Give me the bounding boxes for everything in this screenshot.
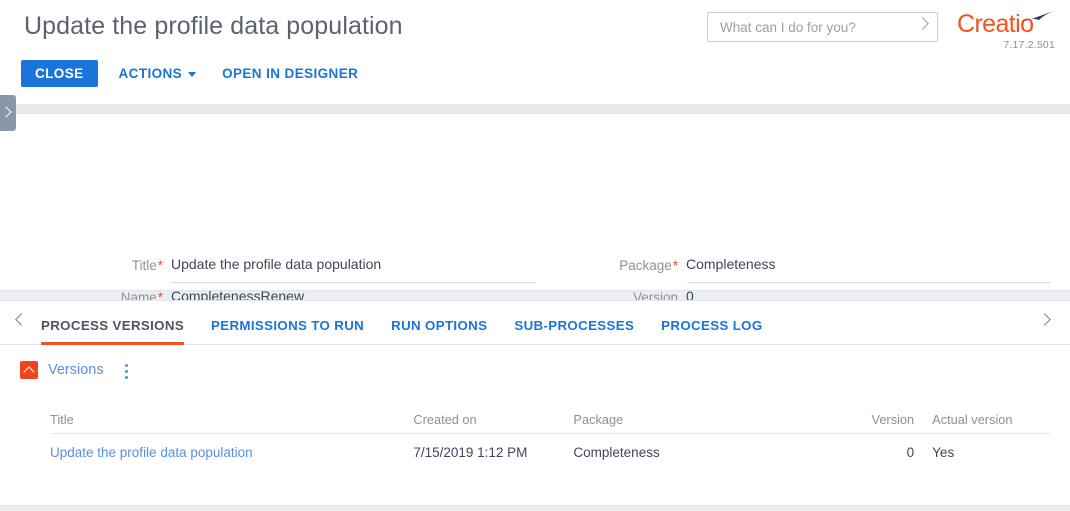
logo-swoosh-icon [1021,11,1054,22]
header-separator [0,104,1070,114]
cell-created-on: 7/15/2019 1:12 PM [413,444,528,460]
tab-sub-processes[interactable]: SUB-PROCESSES [514,301,634,345]
versions-title[interactable]: Versions [48,362,104,378]
process-properties-card: Title* Update the profile data populatio… [0,114,1070,375]
versions-table: Title Created on Package Version Actual … [50,405,1050,470]
tabs-scroll-left-button[interactable] [15,313,31,331]
column-header-package[interactable]: Package [573,412,833,427]
actions-menu-button[interactable]: ACTIONS [119,60,197,87]
field-underline [171,282,536,283]
field-title-value[interactable]: Update the profile data population [171,256,381,272]
field-title: Title* Update the profile data populatio… [132,256,536,283]
chevron-down-icon [188,72,197,77]
actions-menu-label: ACTIONS [118,66,183,81]
tab-run-options[interactable]: RUN OPTIONS [391,301,487,345]
required-marker: * [672,258,678,273]
table-header-row: Title Created on Package Version Actual … [50,405,1050,434]
close-button[interactable]: CLOSE [21,60,98,87]
chevron-right-icon [1038,313,1051,326]
column-header-created-on[interactable]: Created on [413,412,573,427]
field-package-label: Package* [619,258,678,273]
chevron-right-icon [0,106,12,118]
cell-title[interactable]: Update the profile data population [50,445,413,460]
tab-process-log[interactable]: PROCESS LOG [661,301,762,345]
page-header: Update the profile data population CLOSE… [0,0,1070,104]
application-window: Update the profile data population CLOSE… [0,0,1070,511]
kebab-menu-icon[interactable] [120,361,134,379]
column-header-title[interactable]: Title [50,412,413,427]
creatio-logo: Creatio 7.17.2.501 [957,10,1057,54]
chevron-left-icon [15,313,28,326]
action-toolbar: CLOSE ACTIONS OPEN IN DESIGNER [21,60,358,87]
table-row[interactable]: Update the profile data population 7/15/… [50,434,1050,470]
tab-permissions-to-run[interactable]: PERMISSIONS TO RUN [211,301,364,345]
versions-section-header: Versions [20,361,134,379]
tab-process-versions[interactable]: PROCESS VERSIONS [41,301,185,345]
sidebar-expand-handle[interactable] [0,95,16,131]
chevron-up-icon[interactable] [20,361,38,379]
cell-version: 0 [906,444,915,460]
search-submit-icon[interactable] [916,17,929,35]
tab-list: PROCESS VERSIONS PERMISSIONS TO RUN RUN … [41,301,790,345]
global-search[interactable] [707,12,938,43]
search-input[interactable] [718,13,917,43]
field-package: Package* Completeness [619,256,1051,283]
column-header-actual-version[interactable]: Actual version [932,412,1050,427]
tabs-scroll-right-button[interactable] [1038,313,1054,331]
tab-strip: PROCESS VERSIONS PERMISSIONS TO RUN RUN … [0,301,1070,345]
cell-package: Completeness [573,444,660,460]
field-package-value[interactable]: Completeness [686,256,776,272]
details-card: PROCESS VERSIONS PERMISSIONS TO RUN RUN … [0,300,1070,506]
page-title: Update the profile data population [24,12,403,40]
field-underline [686,282,1051,283]
column-header-version[interactable]: Version [834,412,933,427]
cell-actual-version: Yes [932,444,955,460]
required-marker: * [157,258,163,273]
field-title-label: Title* [131,258,163,273]
app-version-label: 7.17.2.501 [1003,39,1055,51]
open-in-designer-button[interactable]: OPEN IN DESIGNER [222,60,358,87]
